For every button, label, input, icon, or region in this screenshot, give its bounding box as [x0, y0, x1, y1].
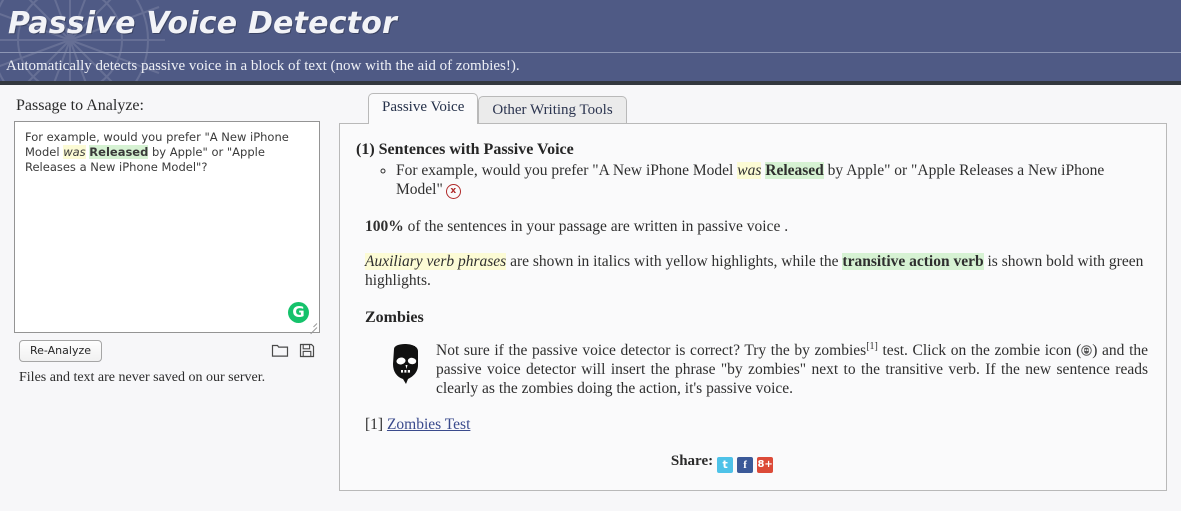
- share-label: Share:: [670, 453, 714, 470]
- open-folder-icon[interactable]: [271, 341, 289, 359]
- passage-auxiliary-verb: was: [63, 145, 86, 159]
- tab-passive-voice[interactable]: Passive Voice: [368, 93, 479, 124]
- twitter-share-icon[interactable]: t: [717, 456, 734, 473]
- footnote-row: [1] Zombies Test: [365, 415, 1148, 434]
- zombies-description: Not sure if the passive voice detector i…: [436, 337, 1148, 398]
- results-panel: Passive Voice Other Writing Tools (1) Sen…: [339, 93, 1167, 491]
- zombies-footnote-marker: [1]: [866, 341, 878, 352]
- passage-textarea[interactable]: For example, would you prefer "A New iPh…: [14, 121, 320, 335]
- sentence-transitive-verb: Released: [765, 162, 824, 179]
- page-subtitle: Automatically detects passive voice in a…: [6, 58, 520, 74]
- highlight-legend: Auxiliary verb phrases are shown in ital…: [365, 252, 1148, 290]
- zombie-skull-icon[interactable]: [386, 339, 426, 385]
- legend-auxiliary-sample: Auxiliary verb phrases: [365, 253, 507, 270]
- googleplus-share-icon[interactable]: 8+: [757, 456, 774, 473]
- tab-bar: Passive Voice Other Writing Tools: [368, 93, 1167, 125]
- sentence-list: For example, would you prefer "A New iPh…: [356, 161, 1148, 199]
- passive-voice-results: (1) Sentences with Passive Voice For exa…: [339, 123, 1167, 491]
- page-title: Passive Voice Detector: [8, 6, 398, 41]
- passage-textarea-content[interactable]: For example, would you prefer "A New iPh…: [25, 130, 309, 175]
- site-header: Passive Voice Detector Automatically det…: [0, 0, 1181, 85]
- privacy-note: Files and text are never saved on our se…: [19, 370, 266, 385]
- sentence-before: For example, would you prefer "A New iPh…: [396, 162, 738, 179]
- passage-label: Passage to Analyze:: [16, 97, 144, 114]
- zombies-test-link[interactable]: Zombies Test: [387, 416, 470, 433]
- share-row: Share: t f 8+: [356, 452, 1148, 473]
- input-panel: Passage to Analyze: For example, would y…: [14, 97, 324, 386]
- dismiss-sentence-icon[interactable]: x: [445, 184, 461, 199]
- header-divider: [0, 52, 1181, 53]
- footnote-marker: [1]: [365, 416, 387, 434]
- zombies-text-part2: test. Click on the zombie icon (: [877, 342, 1082, 360]
- zombies-heading: Zombies: [365, 309, 424, 326]
- passive-percentage-text: of the sentences in your passage are wri…: [403, 218, 789, 235]
- page-body: Passage to Analyze: For example, would y…: [0, 85, 1181, 507]
- legend-transitive-sample: transitive action verb: [842, 253, 984, 270]
- re-analyze-button[interactable]: Re-Analyze: [19, 340, 102, 362]
- section-title-sentences: (1) Sentences with Passive Voice: [356, 141, 574, 158]
- input-controls-row: Re-Analyze: [14, 340, 320, 364]
- passage-transitive-verb: Released: [89, 145, 149, 159]
- passive-percentage-value: 100%: [365, 218, 404, 235]
- zombies-text-part1: Not sure if the passive voice detector i…: [436, 342, 867, 360]
- zombies-block: Not sure if the passive voice detector i…: [386, 337, 1148, 398]
- passive-percentage-line: 100% of the sentences in your passage ar…: [365, 217, 1148, 236]
- tab-other-writing-tools[interactable]: Other Writing Tools: [478, 96, 627, 125]
- sentence-auxiliary-verb: was: [737, 162, 762, 179]
- facebook-share-icon[interactable]: f: [737, 456, 754, 473]
- sentence-list-item: For example, would you prefer "A New iPh…: [396, 161, 1148, 199]
- save-disk-icon[interactable]: [298, 341, 316, 359]
- textarea-resize-handle[interactable]: [306, 319, 318, 335]
- zombie-inline-skull-icon[interactable]: [1081, 345, 1092, 356]
- legend-middle-text: are shown in italics with yellow highlig…: [506, 253, 843, 270]
